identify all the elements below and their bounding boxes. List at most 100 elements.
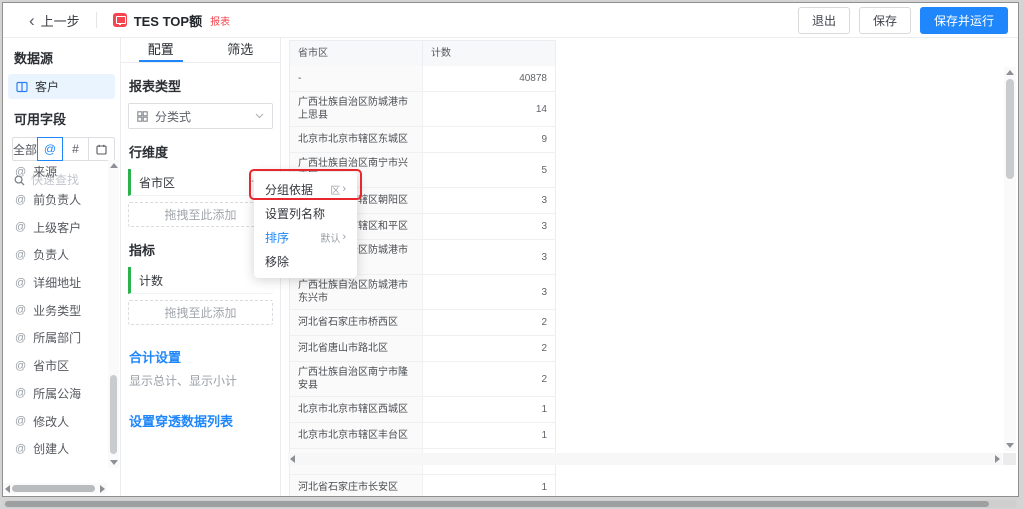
sidebar-hscroll-thumb[interactable] [12,485,95,492]
at-icon: @ [15,249,26,261]
total-settings-desc: 显示总计、显示小计 [129,372,280,389]
filter-tab-label: 全部 [13,141,37,158]
sidebar-field-item[interactable]: @上级客户 [3,213,107,241]
topbar-divider [96,12,97,28]
save-run-button[interactable]: 保存并运行 [920,7,1008,34]
sidebar-field-item[interactable]: @详细地址 [3,269,107,297]
row-dimension-chip[interactable]: 省市区 ··· [128,169,273,196]
sidebar-vertical-scrollbar[interactable] [108,160,119,468]
sidebar-vscroll-thumb[interactable] [110,375,117,454]
table-row[interactable]: -40878 [290,66,555,92]
field-label: 修改人 [33,413,69,430]
scroll-up-icon[interactable] [1006,70,1014,75]
sidebar-field-item[interactable]: @修改人 [3,407,107,435]
menu-item-sort[interactable]: 排序默认› [254,225,357,249]
menu-item-label: 移除 [265,253,346,270]
field-label: 所属公海 [33,385,81,402]
at-icon: @ [15,443,26,455]
field-label: 前负责人 [33,191,81,208]
sidebar-horizontal-scrollbar[interactable] [3,483,107,494]
row-dimension-value: 省市区 [139,174,251,191]
back-label: 上一步 [41,11,80,30]
sidebar-field-item[interactable]: @ 创建人 [3,435,107,463]
menu-item-remove[interactable]: 移除 [254,249,357,273]
scroll-up-icon[interactable] [110,163,118,168]
count-cell: 14 [423,92,555,127]
sidebar-field-item[interactable]: @来源 [3,158,107,186]
field-label: 创建人 [33,440,69,457]
menu-item-hint: 区 [330,182,340,197]
exit-button[interactable]: 退出 [798,7,850,34]
menu-item-label: 排序 [265,229,320,246]
datasource-heading: 数据源 [14,48,120,67]
count-cell: 40878 [423,66,555,92]
region-cell: 广西壮族自治区南宁市隆安县 [290,362,423,397]
region-cell: 广西壮族自治区防城港市上思县 [290,92,423,127]
report-icon [113,13,127,27]
field-label: 上级客户 [33,219,81,236]
at-icon: @ [15,194,26,206]
table-body: -40878广西壮族自治区防城港市上思县14北京市北京市辖区东城区9广西壮族自治… [290,66,555,497]
table-row[interactable]: 北京市北京市辖区丰台区1 [290,423,555,449]
table-row[interactable]: 广西壮族自治区防城港市上思县14 [290,92,555,127]
datasource-item-customer[interactable]: 客户 [8,74,115,99]
sidebar-field-item[interactable]: @ 负责人 [3,241,107,269]
back-button[interactable]: ‹ 上一步 [29,11,80,30]
sidebar-field-item[interactable]: @ 前负责人 [3,186,107,214]
scroll-right-icon[interactable] [100,485,105,493]
region-cell: 北京市北京市辖区丰台区 [290,423,423,449]
column-header-region[interactable]: 省市区 [290,41,423,66]
count-cell: 9 [423,127,555,153]
row-dimension-label: 行维度 [129,142,280,161]
table-row[interactable]: 河北省唐山市路北区2 [290,336,555,362]
save-button[interactable]: 保存 [859,7,911,34]
total-settings-link[interactable]: 合计设置 [129,347,280,366]
table-row[interactable]: 广西壮族自治区南宁市隆安县2 [290,362,555,397]
count-cell: 3 [423,214,555,240]
at-icon: @ [15,360,26,372]
report-type-select[interactable]: 分类式 [128,103,273,129]
filter-tab-label: # [72,142,79,156]
menu-item-set-column-name[interactable]: 设置列名称 [254,201,357,225]
table-vscroll-thumb[interactable] [1006,79,1014,179]
table-row[interactable]: 广西壮族自治区防城港市东兴市3 [290,275,555,310]
drill-through-link[interactable]: 设置穿透数据列表 [129,411,280,430]
scroll-right-icon[interactable] [995,455,1000,463]
table-horizontal-scrollbar[interactable] [288,453,1002,465]
count-cell: 2 [423,362,555,397]
metric-chip[interactable]: 计数 [128,267,273,294]
field-label: 负责人 [33,246,69,263]
tab-configure[interactable]: 配置 [121,38,201,62]
sidebar-field-item[interactable]: @客户名称 [3,463,107,470]
scroll-down-icon[interactable] [1006,443,1014,448]
scrollbar-corner [1003,453,1016,465]
table-row[interactable]: 河北省石家庄市长安区1 [290,475,555,497]
topbar-actions: 退出 保存 保存并运行 [798,7,1008,34]
sidebar-field-item[interactable]: @省市区 [3,352,107,380]
fields-heading: 可用字段 [14,109,120,128]
scroll-left-icon[interactable] [290,455,295,463]
table-row[interactable]: 河北省石家庄市桥西区2 [290,310,555,336]
table-row[interactable]: 北京市北京市辖区西城区1 [290,397,555,423]
table-vertical-scrollbar[interactable] [1004,67,1016,451]
table-row[interactable]: 北京市北京市辖区东城区9 [290,127,555,153]
metrics-dropzone[interactable]: 拖拽至此添加 [128,300,273,325]
count-cell: 2 [423,310,555,336]
scroll-down-icon[interactable] [110,460,118,465]
at-icon: @ [15,332,26,344]
context-menu: 分组依据区›设置列名称排序默认› 移除 [254,172,357,278]
column-header-count[interactable]: 计数 [423,41,555,66]
sidebar-field-item[interactable]: @所属公海 [3,380,107,408]
sidebar: 数据源 客户 可用字段 全部@# @来源@前负责人@上级客户@负责人@详细地址@… [3,38,121,496]
count-cell: 1 [423,475,555,497]
sidebar-field-item[interactable]: @所属部门 [3,324,107,352]
menu-item-group-by[interactable]: 分组依据区› [254,177,357,201]
window-horizontal-scrollbar[interactable] [3,500,1017,508]
sidebar-field-item[interactable]: @业务类型 [3,296,107,324]
window-hscroll-thumb[interactable] [5,501,989,507]
filter-tab-1[interactable]: @ [37,137,63,161]
row-dimension-dropzone[interactable]: 拖拽至此添加 [128,202,273,227]
tab-filter[interactable]: 筛选 [201,38,281,62]
submenu-arrow-icon: › [342,231,346,243]
scroll-left-icon[interactable] [5,485,10,493]
